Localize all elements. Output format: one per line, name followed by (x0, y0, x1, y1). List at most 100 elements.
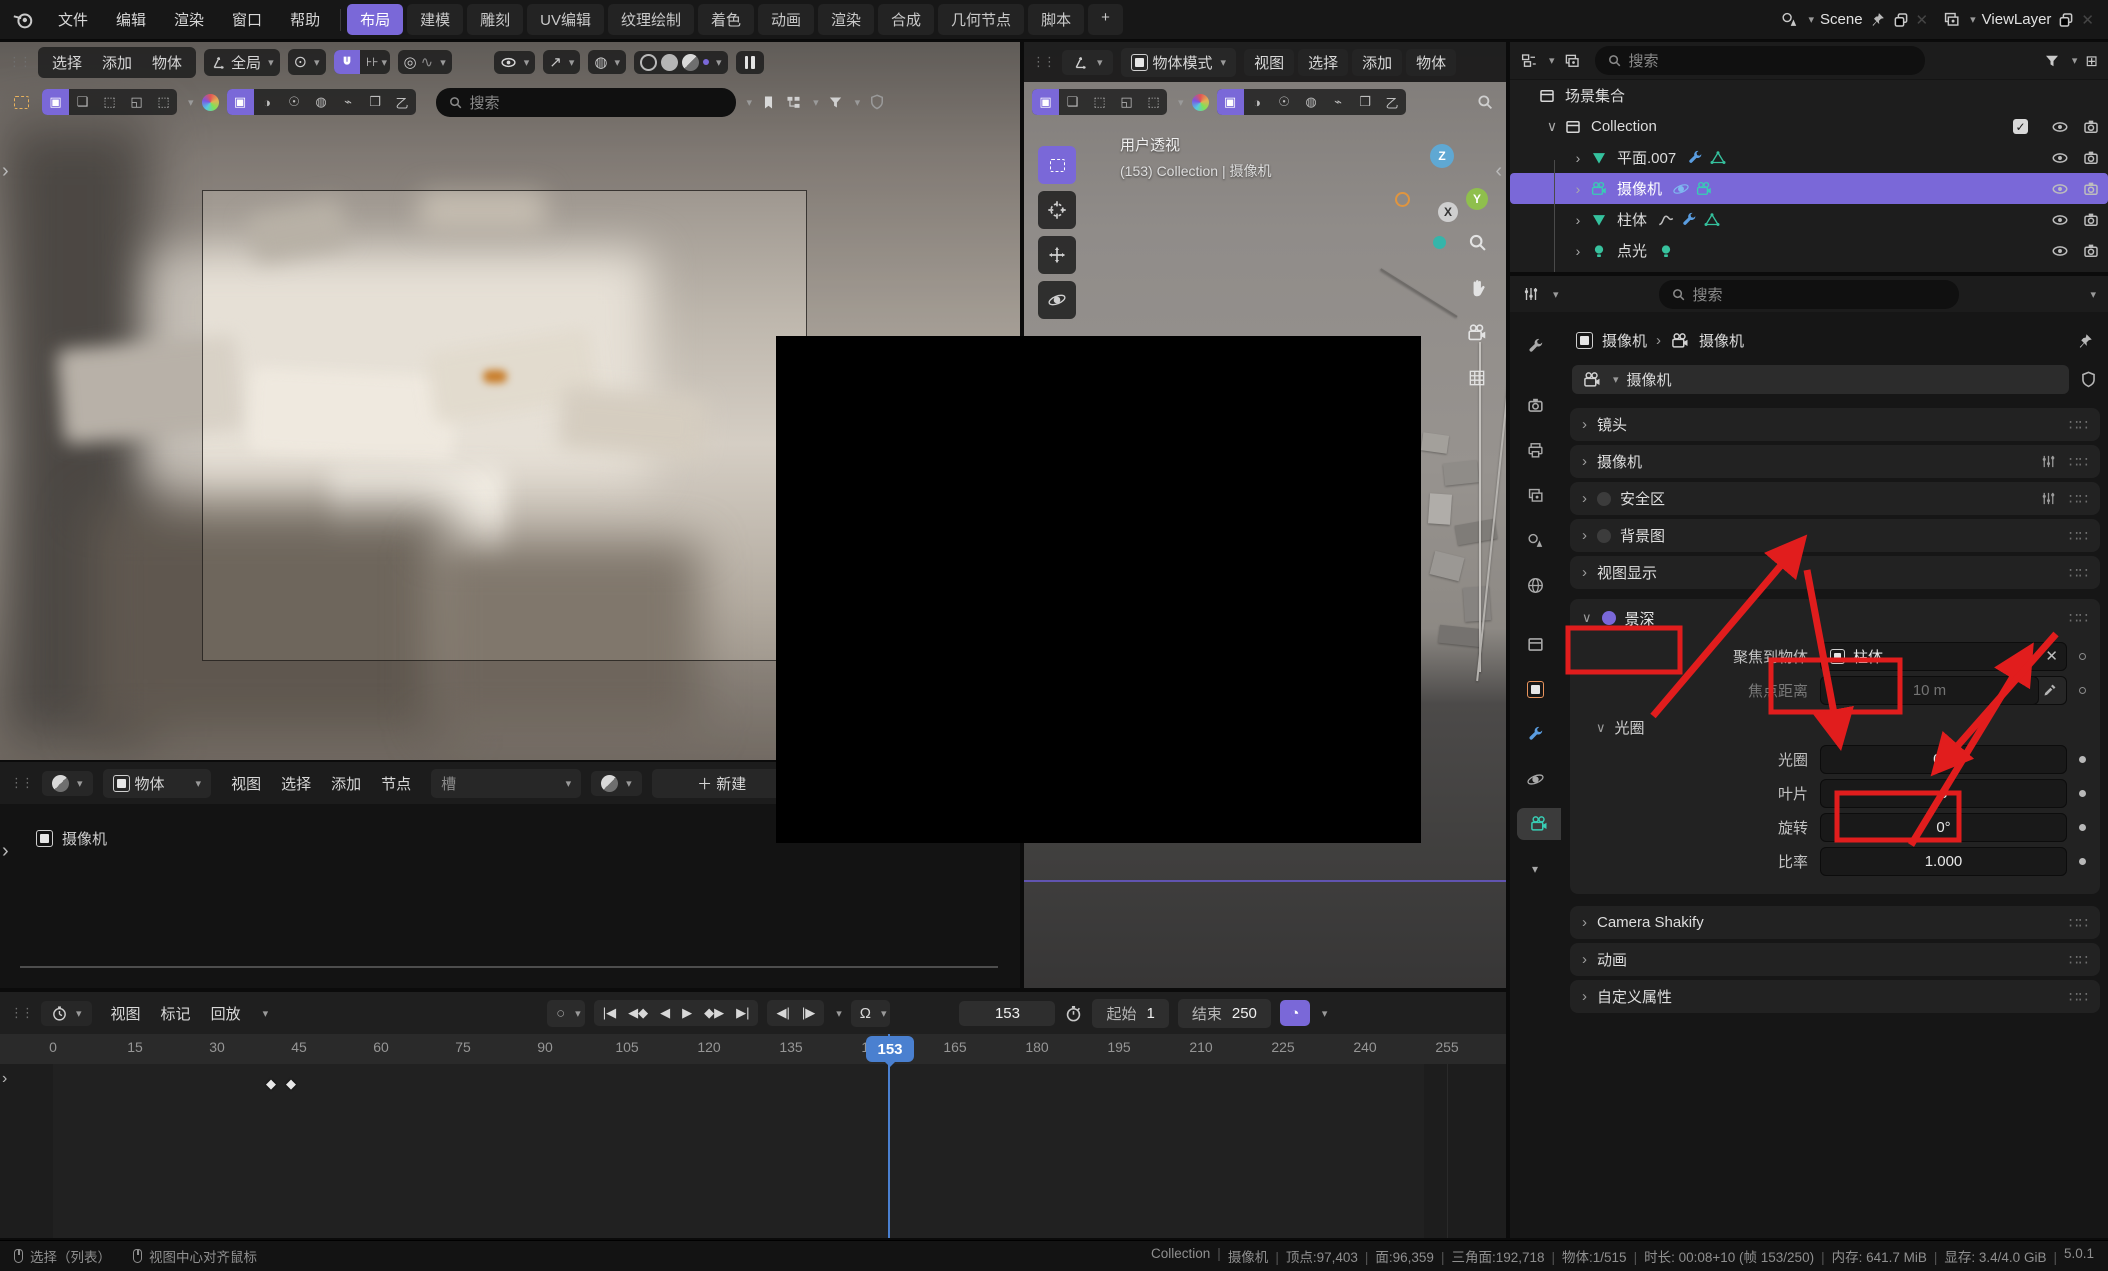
menu-item[interactable]: 视图 (101, 1000, 151, 1027)
object-name[interactable]: Collection (1591, 118, 1657, 135)
tab-object-data[interactable] (1517, 808, 1561, 840)
slot-dropdown[interactable]: 槽 ▾ (431, 769, 581, 798)
eye-visibility-icon[interactable] (2051, 211, 2069, 229)
eye-visibility-icon[interactable] (2051, 149, 2069, 167)
object-name[interactable]: 点光 (1617, 240, 1647, 261)
outliner[interactable]: ▾ 搜索 ▾ ⊞ 场景集合 ∨ (1510, 42, 2108, 272)
drag-handle[interactable]: ⋮⋮ (1032, 54, 1054, 70)
zoom-icon[interactable] (1467, 232, 1488, 253)
properties-panel-header[interactable]: › Camera Shakify ∷∷ (1570, 906, 2100, 939)
camera-visibility-icon[interactable] (2082, 211, 2100, 229)
proportional-edit-toggle[interactable]: ◎ (404, 53, 417, 71)
menu-item[interactable]: 渲染 (160, 4, 218, 35)
workspace-tab[interactable]: 几何节点 (938, 4, 1024, 35)
pause-render-button[interactable] (736, 51, 764, 74)
camera-visibility-icon[interactable] (2082, 118, 2100, 136)
number-field[interactable]: 0° (1820, 813, 2067, 842)
new-material-button[interactable]: ＋ 新建 (652, 769, 792, 798)
viewport-menu-item[interactable]: 添加 (94, 50, 140, 75)
animate-dot[interactable] (2079, 858, 2086, 865)
camera-visibility-icon[interactable] (2082, 242, 2100, 260)
mesh-visibility-toggle[interactable]: ▣ (227, 89, 254, 115)
outliner-row[interactable]: › 摄像机 (1510, 173, 2108, 204)
playback-button[interactable]: ◆▶ (699, 1002, 729, 1024)
frame-end-field[interactable]: 结束 250 (1178, 999, 1271, 1028)
shading-solid-button[interactable] (661, 54, 678, 71)
tab-world[interactable] (1515, 569, 1555, 601)
properties-editor[interactable]: ▾ 搜索 ▾ ▾ 摄像机 › (1510, 276, 2108, 1238)
expand-arrow[interactable]: › (1568, 150, 1588, 166)
tab-object[interactable] (1515, 673, 1555, 705)
blender-logo[interactable] (10, 9, 36, 31)
editor-type-button[interactable]: ▾ (42, 771, 93, 796)
animate-dot[interactable] (2079, 824, 2086, 831)
menu-item[interactable]: 编辑 (102, 4, 160, 35)
orientation-dropdown[interactable]: 全局 ▾ (204, 49, 280, 76)
menu-item[interactable]: 窗口 (218, 4, 276, 35)
shading-wireframe-button[interactable] (640, 54, 657, 71)
sliders-icon[interactable] (2040, 490, 2057, 507)
panel-grip-icon[interactable]: ∷∷ (2069, 490, 2088, 508)
playback-button[interactable]: ▶| (731, 1002, 754, 1024)
chevron-down-icon[interactable]: ▾ (2090, 288, 2096, 301)
cursor-tool[interactable] (1038, 191, 1076, 229)
object-name[interactable]: 场景集合 (1565, 85, 1625, 106)
snap-magnet-toggle[interactable] (334, 50, 360, 74)
panel-expand-arrow[interactable]: › (2, 160, 9, 183)
frame-start-field[interactable]: 起始 1 (1092, 999, 1168, 1028)
drag-handle[interactable]: ⋮⋮ (8, 54, 30, 70)
workspace-tab[interactable]: 布局 (347, 4, 403, 35)
filter-funnel-icon[interactable] (2043, 52, 2061, 70)
drag-handle[interactable]: ⋮⋮ (10, 775, 32, 791)
material-preview-dropdown[interactable]: ▾ (591, 771, 642, 796)
properties-panel-header[interactable]: › 镜头 ∷∷ (1570, 408, 2100, 441)
sliders-icon[interactable] (2040, 453, 2057, 470)
properties-panel-header[interactable]: › 摄像机 ∷∷ (1570, 445, 2100, 478)
object-name[interactable]: 柱体 (1617, 209, 1647, 230)
collection-checkbox[interactable]: ✓ (2013, 119, 2028, 134)
viewlayer-selector[interactable]: ▾ ViewLayer ✕ (1942, 10, 2094, 29)
breadcrumb-object[interactable]: 摄像机 (1602, 330, 1647, 351)
material-ball-icon[interactable] (202, 94, 219, 111)
rotate-tool[interactable] (1038, 281, 1076, 319)
tab-physics[interactable] (1515, 763, 1555, 795)
tab-tool[interactable] (1515, 330, 1555, 362)
focus-object-field[interactable]: 柱体 ✕ (1820, 642, 2067, 671)
menu-item[interactable]: 文件 (44, 4, 102, 35)
expand-arrow[interactable]: ∨ (1542, 118, 1562, 135)
curve-visibility-toggle[interactable]: ◑ (254, 89, 281, 115)
material-ball-icon[interactable] (1192, 94, 1209, 111)
pin-icon[interactable] (2076, 332, 2094, 350)
select-mode-subtract[interactable]: ⬚ (96, 89, 123, 115)
copy-icon[interactable] (1892, 11, 1910, 29)
properties-panel-header[interactable]: › 背景图 ∷∷ (1570, 519, 2100, 552)
menu-item[interactable]: 节点 (371, 770, 421, 797)
scene-selector[interactable]: ▾ Scene ✕ (1780, 10, 1928, 29)
outliner-search[interactable]: 搜索 (1595, 46, 1925, 75)
outliner-row[interactable]: › 平面.007 (1510, 142, 2108, 173)
fake-user-shield-icon[interactable] (2079, 370, 2098, 389)
xray-dropdown[interactable]: ◍ ▾ (588, 50, 626, 74)
viewport-menu-item[interactable]: 选择 (44, 50, 90, 75)
menu-item[interactable]: 物体 (1406, 49, 1456, 76)
menu-item[interactable]: 添加 (1352, 49, 1402, 76)
snap-settings-dropdown[interactable]: ⊦⊦▾ (364, 50, 390, 74)
panel-grip-icon[interactable]: ∷∷ (2069, 988, 2088, 1006)
light-visibility-toggle[interactable]: ☉ (281, 89, 308, 115)
world-visibility-toggle[interactable]: ◍ (308, 89, 335, 115)
playhead-frame-label[interactable]: 153 (866, 1036, 914, 1062)
animate-dot[interactable] (2079, 790, 2086, 797)
menu-item[interactable]: 视图 (1244, 49, 1294, 76)
ortho-grid-icon[interactable] (1467, 368, 1487, 388)
pan-hand-icon[interactable] (1467, 277, 1488, 298)
object-name[interactable]: 摄像机 (1617, 178, 1662, 199)
move-tool[interactable] (1038, 236, 1076, 274)
tab-view-layer[interactable] (1515, 479, 1555, 511)
properties-panel-header[interactable]: › 自定义属性 ∷∷ (1570, 980, 2100, 1013)
mode-dropdown[interactable]: 物体模式 ▾ (1121, 48, 1237, 77)
show-gizmo-dropdown[interactable]: ▾ (494, 51, 536, 74)
breadcrumb-data[interactable]: 摄像机 (1699, 330, 1744, 351)
workspace-tab[interactable]: 雕刻 (467, 4, 523, 35)
tab-output[interactable] (1515, 434, 1555, 466)
pivot-dropdown[interactable]: ⊙ ▾ (288, 49, 326, 75)
